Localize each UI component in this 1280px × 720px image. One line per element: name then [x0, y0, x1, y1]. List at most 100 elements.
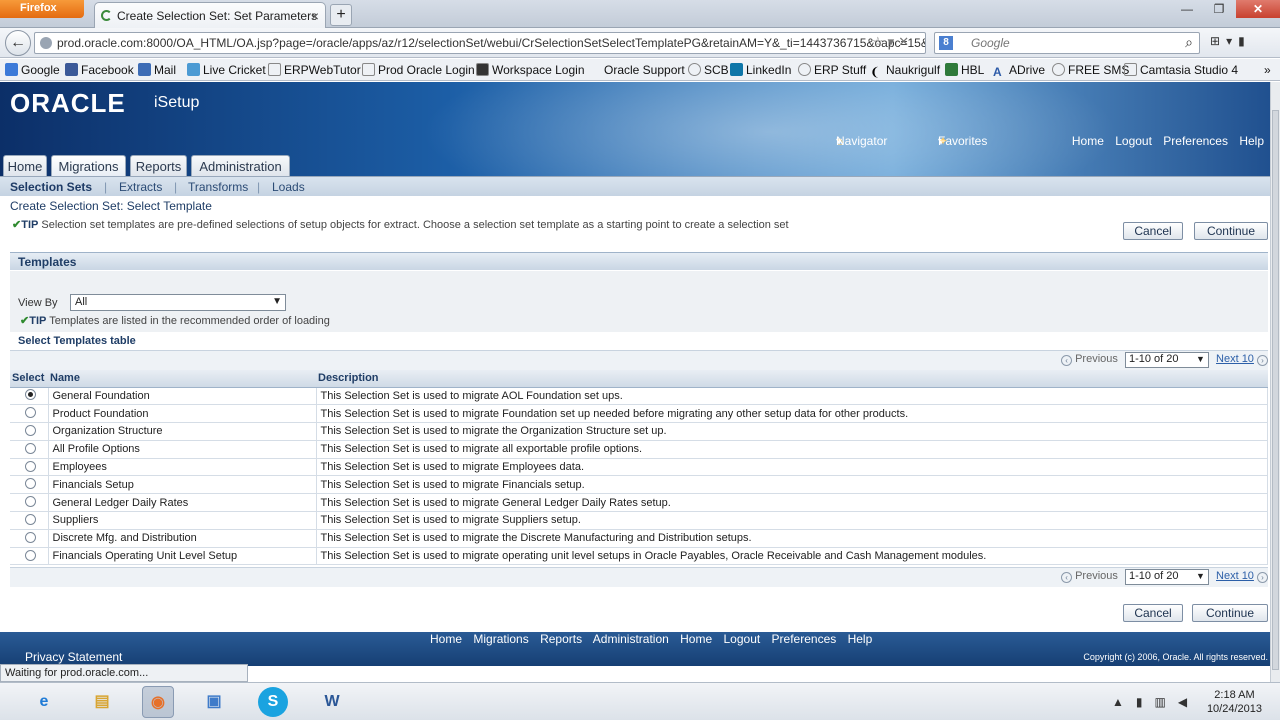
table-row[interactable]: Organization Structure This Selection Set… — [10, 422, 1268, 441]
page-scrollbar[interactable] — [1270, 82, 1280, 682]
system-clock[interactable]: 2:18 AM 10/24/2013 — [1207, 688, 1262, 716]
select-cell[interactable] — [10, 529, 49, 548]
firefox-menu-button[interactable]: Firefox — [0, 0, 84, 18]
bookmark-prod-oracle-login[interactable]: Prod Oracle Login — [362, 63, 475, 77]
select-cell[interactable] — [10, 387, 49, 406]
browser-tab[interactable]: Create Selection Set: Set Parameters × — [94, 2, 326, 28]
cancel-button-bottom[interactable]: Cancel — [1123, 604, 1183, 622]
favorites-menu[interactable]: ✦ Favorites ▾ — [938, 134, 987, 148]
select-cell[interactable] — [10, 422, 49, 441]
privacy-statement-link[interactable]: Privacy Statement — [25, 650, 122, 664]
scrollbar-thumb[interactable] — [1272, 110, 1279, 670]
table-row[interactable]: General Foundation This Selection Set is … — [10, 387, 1268, 406]
table-row[interactable]: Product Foundation This Selection Set is … — [10, 404, 1268, 424]
downloads-icon[interactable]: ▮ — [1238, 34, 1251, 48]
cancel-button[interactable]: Cancel — [1123, 222, 1183, 240]
navigator-menu[interactable]: ⌂ Navigator ▾ — [836, 134, 887, 148]
table-row[interactable]: Financials Operating Unit Level Setup Thi… — [10, 547, 1268, 566]
select-radio[interactable] — [25, 424, 37, 436]
footer-home-link-2[interactable]: Home — [680, 632, 712, 646]
tab-home[interactable]: Home — [3, 155, 47, 176]
internet-explorer-icon[interactable]: e — [28, 686, 60, 718]
table-row[interactable]: All Profile Options This Selection Set is… — [10, 440, 1268, 459]
select-radio[interactable] — [25, 460, 37, 472]
battery-icon[interactable]: ▮ — [1136, 695, 1155, 709]
network-icon[interactable]: ▥ — [1155, 695, 1178, 709]
global-logout-link[interactable]: Logout — [1115, 134, 1152, 148]
table-row[interactable]: Employees This Selection Set is used to m… — [10, 458, 1268, 477]
subtab-selection-sets[interactable]: Selection Sets — [10, 180, 92, 194]
bookmark-oracle-support[interactable]: Oracle Support — [604, 63, 685, 77]
continue-button-bottom[interactable]: Continue — [1192, 604, 1268, 622]
bookmark-free-sms[interactable]: FREE SMS — [1052, 63, 1129, 77]
tray-expand-icon[interactable]: ▲ — [1112, 695, 1136, 709]
table-row[interactable]: Discrete Mfg. and Distribution This Selec… — [10, 529, 1268, 548]
bookmark-erpwebtutor[interactable]: ERPWebTutor — [268, 63, 361, 77]
bookmark-camtasia[interactable]: Camtasia Studio 4 — [1124, 63, 1238, 77]
select-cell[interactable] — [10, 493, 49, 513]
select-radio[interactable] — [25, 389, 37, 401]
global-home-link[interactable]: Home — [1072, 134, 1104, 148]
new-tab-button[interactable]: + — [330, 4, 352, 26]
select-radio[interactable] — [25, 478, 37, 490]
subtab-extracts[interactable]: Extracts — [119, 180, 162, 194]
bookmark-hbl[interactable]: HBL — [945, 63, 984, 77]
select-cell[interactable] — [10, 458, 49, 477]
range-select[interactable]: 1-10 of 20 ▼ — [1124, 352, 1209, 368]
table-row[interactable]: Suppliers This Selection Set is used to m… — [10, 511, 1268, 530]
bookmark-star-icon[interactable]: ☆ — [872, 34, 888, 49]
view-by-select[interactable]: All ▼ — [70, 294, 286, 311]
footer-preferences-link[interactable]: Preferences — [772, 632, 837, 646]
bookmark-live-cricket[interactable]: Live Cricket — [187, 63, 266, 77]
outlook-icon[interactable]: ▣ — [198, 686, 230, 718]
range-select[interactable]: 1-10 of 20 ▼ — [1124, 569, 1209, 585]
tab-reports[interactable]: Reports — [130, 155, 187, 176]
bookmark-linkedin[interactable]: LinkedIn — [730, 63, 791, 77]
bookmark-adrive[interactable]: A ADrive — [993, 63, 1045, 79]
skype-icon[interactable]: S — [258, 687, 288, 717]
maximize-icon[interactable]: ❐ — [1204, 0, 1234, 18]
global-preferences-link[interactable]: Preferences — [1163, 134, 1228, 148]
more-bookmarks-icon[interactable]: » — [1264, 63, 1271, 77]
next-icon[interactable]: › — [1257, 355, 1268, 366]
close-window-icon[interactable]: ✕ — [1236, 0, 1280, 18]
global-help-link[interactable]: Help — [1239, 134, 1264, 148]
next-icon[interactable]: › — [1257, 572, 1268, 583]
bookmark-facebook[interactable]: Facebook — [65, 63, 134, 77]
bookmark-google[interactable]: Google — [5, 63, 60, 77]
select-cell[interactable] — [10, 404, 49, 424]
next-10-link[interactable]: Next 10 — [1216, 353, 1254, 365]
select-radio[interactable] — [25, 531, 37, 543]
bookmark-erp-stuff[interactable]: ERP Stuff — [798, 63, 866, 77]
close-tab-icon[interactable]: × — [311, 8, 319, 24]
select-radio[interactable] — [25, 407, 37, 419]
firefox-icon[interactable]: ◉ — [142, 686, 174, 718]
tab-migrations[interactable]: Migrations — [51, 155, 126, 176]
select-radio[interactable] — [25, 442, 37, 454]
minimize-icon[interactable]: — — [1172, 0, 1202, 18]
footer-reports-link[interactable]: Reports — [540, 632, 582, 646]
file-explorer-icon[interactable]: ▤ — [86, 686, 118, 718]
addons-icon[interactable]: ⊞ — [1210, 34, 1226, 48]
tab-administration[interactable]: Administration — [191, 155, 290, 176]
word-icon[interactable]: W — [316, 686, 348, 718]
next-10-link[interactable]: Next 10 — [1216, 570, 1254, 582]
subtab-transforms[interactable]: Transforms — [188, 180, 248, 194]
select-cell[interactable] — [10, 440, 49, 459]
dropdown-icon[interactable]: ▾ — [888, 34, 899, 49]
url-bar[interactable]: prod.oracle.com:8000/OA_HTML/OA.jsp?page… — [34, 32, 926, 54]
footer-administration-link[interactable]: Administration — [593, 632, 669, 646]
bookmark-workspace-login[interactable]: Workspace Login — [476, 63, 585, 77]
bookmark-mail[interactable]: Mail — [138, 63, 176, 77]
select-radio[interactable] — [25, 496, 37, 508]
subtab-loads[interactable]: Loads — [272, 180, 305, 194]
select-radio[interactable] — [25, 549, 37, 561]
search-icon[interactable]: ⌕ — [1185, 34, 1193, 51]
footer-logout-link[interactable]: Logout — [724, 632, 761, 646]
search-input[interactable]: 8 Google ⌕ — [934, 32, 1200, 54]
footer-migrations-link[interactable]: Migrations — [473, 632, 528, 646]
footer-home-link[interactable]: Home — [430, 632, 462, 646]
table-row[interactable]: General Ledger Daily Rates This Selection… — [10, 493, 1268, 513]
select-radio[interactable] — [25, 513, 37, 525]
continue-button[interactable]: Continue — [1194, 222, 1268, 240]
